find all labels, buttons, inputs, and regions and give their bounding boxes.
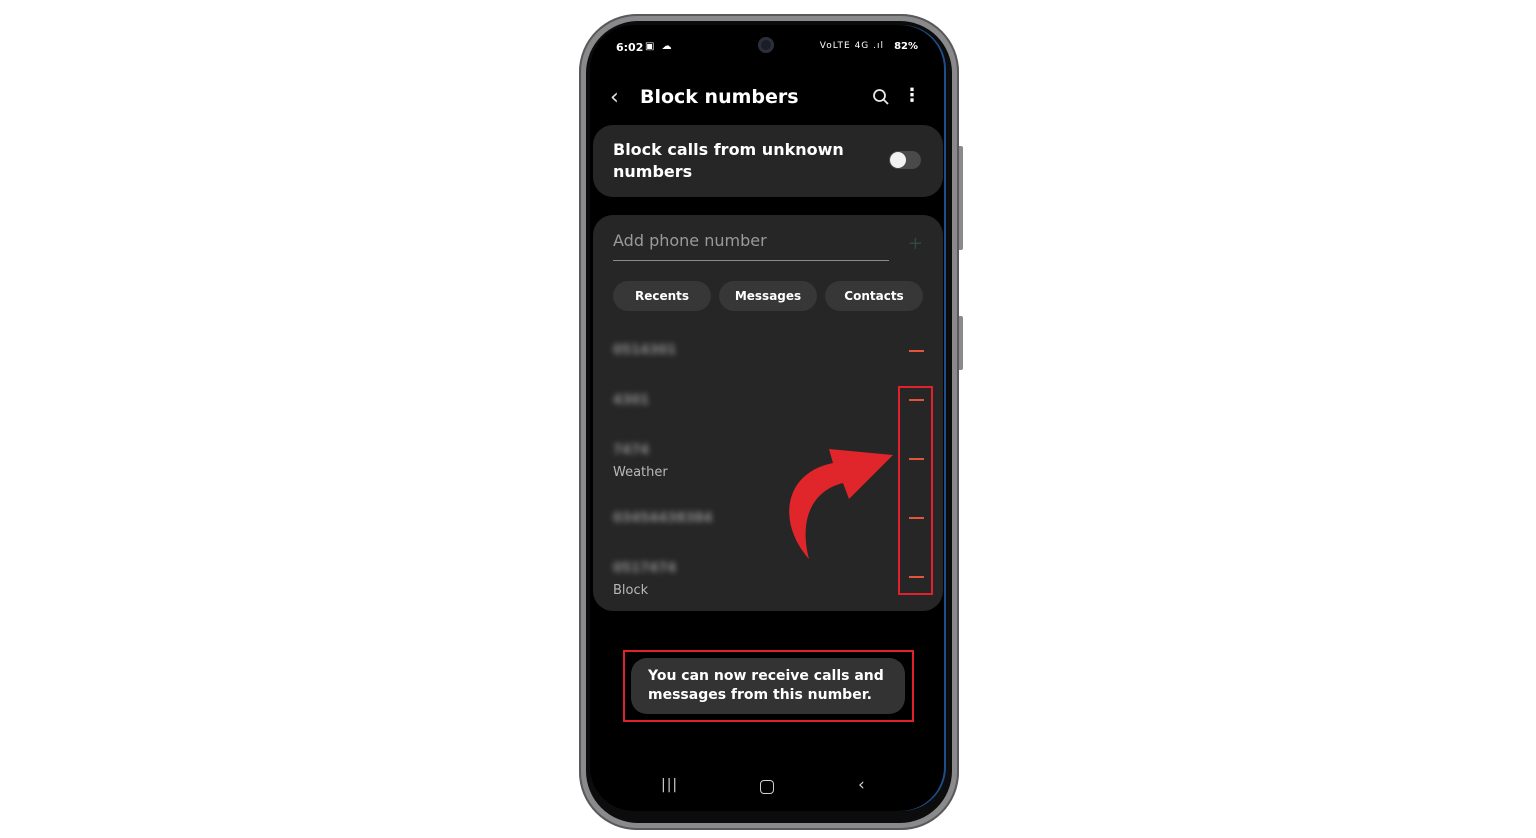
search-icon[interactable] — [872, 88, 890, 110]
remove-icon[interactable] — [909, 350, 924, 352]
number-label: Block — [613, 583, 649, 598]
block-unknown-card[interactable]: Block calls from unknown numbers — [593, 125, 943, 197]
toast-highlight — [623, 650, 914, 722]
home-icon[interactable] — [760, 780, 774, 794]
notification-icons: ▣ ☁ — [645, 41, 674, 52]
blocked-number: 0517474 — [613, 561, 677, 576]
page-title: Block numbers — [640, 86, 799, 108]
block-unknown-toggle[interactable] — [889, 151, 921, 169]
add-phone-number-input[interactable]: Add phone number — [613, 231, 889, 261]
contacts-button[interactable]: Contacts — [825, 281, 923, 311]
recent-apps-icon[interactable]: ||| — [661, 777, 678, 793]
more-options-icon[interactable]: ⋮ — [903, 85, 921, 106]
front-camera — [758, 37, 774, 53]
battery-level: 82% — [894, 41, 918, 52]
back-icon[interactable]: ‹ — [610, 85, 619, 110]
status-time: 6:02 — [616, 41, 644, 54]
remove-buttons-highlight — [898, 386, 933, 595]
blocked-number: 7474 — [613, 443, 650, 458]
messages-button[interactable]: Messages — [719, 281, 817, 311]
plus-icon[interactable]: + — [908, 233, 923, 254]
nav-back-icon[interactable]: ‹ — [858, 775, 865, 795]
signal-icon: VoLTE 4G .ıl — [819, 41, 884, 51]
block-unknown-label: Block calls from unknown numbers — [613, 140, 844, 181]
recents-button[interactable]: Recents — [613, 281, 711, 311]
blocked-number: 03454438384 — [613, 511, 713, 526]
blocked-number: 0514301 — [613, 343, 677, 358]
app-bar: ‹ Block numbers ⋮ — [590, 83, 946, 113]
number-label: Weather — [613, 465, 668, 480]
navigation-bar: ||| ‹ — [590, 775, 946, 797]
curved-arrow-icon — [789, 449, 893, 559]
blocked-number: 4301 — [613, 393, 650, 408]
